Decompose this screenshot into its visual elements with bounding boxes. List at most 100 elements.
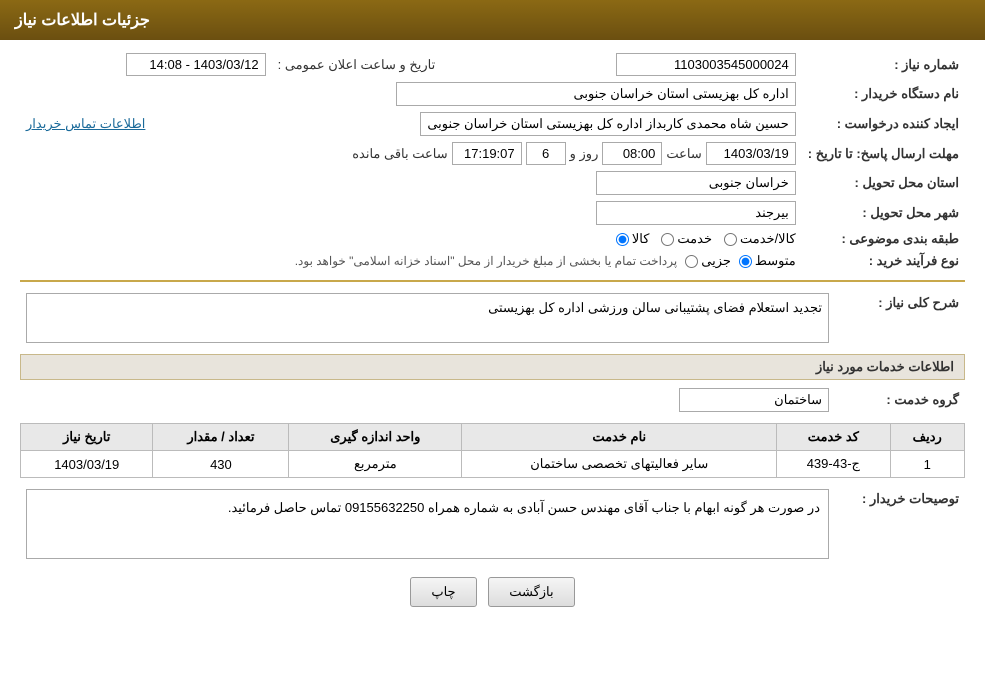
cell-tedad: 430: [153, 451, 289, 478]
ostan-value-cell: خراسان جنوبی: [20, 168, 802, 198]
sharh-label: شرح کلی نیاز :: [835, 290, 965, 346]
baqi-label: ساعت باقی مانده: [352, 146, 447, 162]
row-shomara: شماره نیاز : 1103003545000024 تاریخ و سا…: [20, 50, 965, 79]
gorooh-value: ساختمان: [679, 388, 829, 412]
radio-jozee-label: جزیی: [701, 253, 731, 269]
khadamat-section-title: اطلاعات خدمات مورد نیاز: [20, 354, 965, 380]
col-kod: کد خدمت: [777, 424, 890, 451]
tosifat-label: توصیحات خریدار :: [835, 486, 965, 562]
radio-motevaset-item: متوسط: [739, 253, 796, 269]
services-table-body: 1 ج-43-439 سایر فعالیتهای تخصصی ساختمان …: [21, 451, 965, 478]
nam-dastgah-label: نام دستگاه خریدار :: [802, 79, 965, 109]
shomara-label: شماره نیاز :: [802, 50, 965, 79]
header-title: جزئیات اطلاعات نیاز: [15, 12, 150, 29]
services-table: ردیف کد خدمت نام خدمت واحد اندازه گیری ت…: [20, 423, 965, 478]
shomara-value: 1103003545000024: [616, 53, 796, 76]
separator-1: [20, 280, 965, 282]
tosifat-table: توصیحات خریدار : در صورت هر گونه ابهام ب…: [20, 486, 965, 562]
shahr-label: شهر محل تحویل :: [802, 198, 965, 228]
ijad-value: حسین شاه محمدی کاربداز اداره کل بهزیستی …: [420, 112, 795, 136]
back-button[interactable]: بازگشت: [488, 577, 574, 607]
row-nooe-farayand: نوع فرآیند خرید : متوسط جزیی پرداخت تمام…: [20, 250, 965, 272]
col-radif: ردیف: [890, 424, 964, 451]
main-info-table: شماره نیاز : 1103003545000024 تاریخ و سا…: [20, 50, 965, 272]
cell-nam: سایر فعالیتهای تخصصی ساختمان: [462, 451, 777, 478]
rooz-value: 6: [526, 142, 566, 165]
ijad-label: ایجاد کننده درخواست :: [802, 109, 965, 139]
ostan-label: استان محل تحویل :: [802, 168, 965, 198]
gorooh-table: گروه خدمت : ساختمان: [20, 385, 965, 415]
tarikh-elan-label: تاریخ و ساعت اعلان عمومی :: [278, 57, 436, 72]
row-shahr: شهر محل تحویل : بیرجند: [20, 198, 965, 228]
page-wrapper: جزئیات اطلاعات نیاز شماره نیاز : 1103003…: [0, 0, 985, 691]
cell-kod: ج-43-439: [777, 451, 890, 478]
button-row: بازگشت چاپ: [20, 577, 965, 607]
radio-jozee-item: جزیی: [685, 253, 731, 269]
radio-khadamat[interactable]: [661, 233, 674, 246]
radio-jozee[interactable]: [685, 255, 698, 268]
print-button[interactable]: چاپ: [410, 577, 476, 607]
table-row: 1 ج-43-439 سایر فعالیتهای تخصصی ساختمان …: [21, 451, 965, 478]
saat-label: ساعت: [666, 146, 701, 162]
ijad-value-cell: حسین شاه محمدی کاربداز اداره کل بهزیستی …: [272, 109, 802, 139]
radio-khadamat-label: خدمت: [677, 231, 712, 247]
radio-kala-item: کالا: [616, 231, 650, 247]
gorooh-value-cell: ساختمان: [20, 385, 835, 415]
radio-motevaset[interactable]: [739, 255, 752, 268]
row-ijad: ایجاد کننده درخواست : حسین شاه محمدی کار…: [20, 109, 965, 139]
shahr-value: بیرجند: [596, 201, 796, 225]
tosifat-value-cell: در صورت هر گونه ابهام با جناب آقای مهندس…: [20, 486, 835, 562]
radio-kala-khadamat-label: کالا/خدمت: [740, 231, 796, 247]
sharh-table: شرح کلی نیاز : تجدید استعلام فضای پشتیبا…: [20, 290, 965, 346]
nooe-farayand-label: نوع فرآیند خرید :: [802, 250, 965, 272]
tarikh-mohlat: 1403/03/19: [706, 142, 796, 165]
shomara-value-cell: 1103003545000024: [441, 50, 801, 79]
row-gorooh: گروه خدمت : ساختمان: [20, 385, 965, 415]
radio-kala-label: کالا: [632, 231, 650, 247]
taifeh-label: طبقه بندی موضوعی :: [802, 228, 965, 250]
radio-motevaset-label: متوسط: [755, 253, 796, 269]
taifeh-value-cell: کالا/خدمت خدمت کالا: [20, 228, 802, 250]
nooe-farayand-desc: پرداخت تمام یا بخشی از مبلغ خریدار از مح…: [295, 254, 678, 268]
cell-tarikh: 1403/03/19: [21, 451, 153, 478]
radio-kala-khadamat[interactable]: [724, 233, 737, 246]
nam-dastgah-value: اداره کل بهزیستی استان خراسان جنوبی: [396, 82, 796, 106]
ettelaat-tamas-link[interactable]: اطلاعات تماس خریدار: [26, 116, 145, 131]
tarikh-elan-value: 1403/03/12 - 14:08: [126, 53, 266, 76]
shahr-value-cell: بیرجند: [20, 198, 802, 228]
tarikh-elan-value-cell: 1403/03/12 - 14:08: [20, 50, 272, 79]
radio-kala[interactable]: [616, 233, 629, 246]
row-taifeh: طبقه بندی موضوعی : کالا/خدمت خدمت کالا: [20, 228, 965, 250]
baqi-value: 17:19:07: [452, 142, 522, 165]
col-vahed: واحد اندازه گیری: [289, 424, 462, 451]
nam-dastgah-value-cell: اداره کل بهزیستی استان خراسان جنوبی: [20, 79, 802, 109]
radio-khadamat-item: خدمت: [661, 231, 712, 247]
col-tarikh: تاریخ نیاز: [21, 424, 153, 451]
mohlat-value-cell: 1403/03/19 ساعت 08:00 روز و 6 17:19:07 س…: [20, 139, 802, 168]
saat-value: 08:00: [602, 142, 662, 165]
tosifat-value: در صورت هر گونه ابهام با جناب آقای مهندس…: [26, 489, 829, 559]
cell-radif: 1: [890, 451, 964, 478]
mohlat-row: 1403/03/19 ساعت 08:00 روز و 6 17:19:07 س…: [26, 142, 796, 165]
ettelaat-tamas-cell: اطلاعات تماس خریدار: [20, 109, 272, 139]
row-tosifat: توصیحات خریدار : در صورت هر گونه ابهام ب…: [20, 486, 965, 562]
page-header: جزئیات اطلاعات نیاز: [0, 0, 985, 40]
col-tedad: تعداد / مقدار: [153, 424, 289, 451]
col-nam: نام خدمت: [462, 424, 777, 451]
rooz-label: روز و: [570, 146, 599, 162]
cell-vahed: مترمربع: [289, 451, 462, 478]
nooe-farayand-row: متوسط جزیی پرداخت تمام یا بخشی از مبلغ خ…: [26, 253, 796, 269]
row-nam-dastgah: نام دستگاه خریدار : اداره کل بهزیستی است…: [20, 79, 965, 109]
sharh-value-cell: تجدید استعلام فضای پشتیبانی سالن ورزشی ا…: [20, 290, 835, 346]
mohlat-label: مهلت ارسال پاسخ: تا تاریخ :: [802, 139, 965, 168]
services-header-row: ردیف کد خدمت نام خدمت واحد اندازه گیری ت…: [21, 424, 965, 451]
row-sharh: شرح کلی نیاز : تجدید استعلام فضای پشتیبا…: [20, 290, 965, 346]
sharh-value: تجدید استعلام فضای پشتیبانی سالن ورزشی ا…: [26, 293, 829, 343]
content-area: شماره نیاز : 1103003545000024 تاریخ و سا…: [0, 40, 985, 632]
nooe-farayand-cell: متوسط جزیی پرداخت تمام یا بخشی از مبلغ خ…: [20, 250, 802, 272]
ostan-value: خراسان جنوبی: [596, 171, 796, 195]
gorooh-label: گروه خدمت :: [835, 385, 965, 415]
services-table-head: ردیف کد خدمت نام خدمت واحد اندازه گیری ت…: [21, 424, 965, 451]
row-mohlat: مهلت ارسال پاسخ: تا تاریخ : 1403/03/19 س…: [20, 139, 965, 168]
tarikh-elan-label-cell: تاریخ و ساعت اعلان عمومی :: [272, 50, 442, 79]
